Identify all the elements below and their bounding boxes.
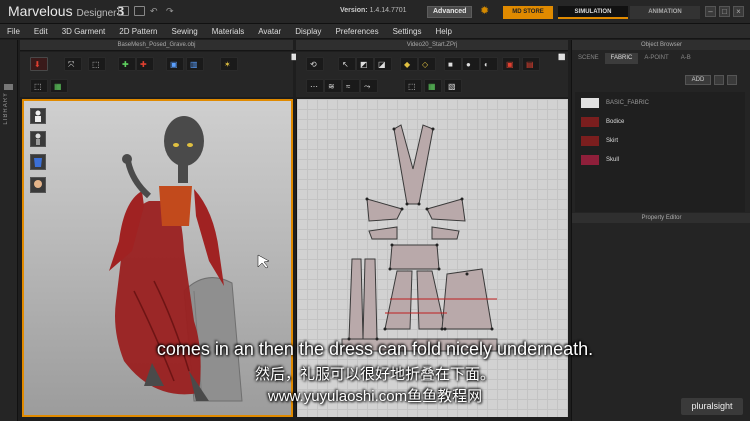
maximize-icon[interactable]: □	[719, 6, 730, 17]
fabric-row-skull[interactable]: Skull	[581, 154, 741, 167]
save-as-icon[interactable]	[134, 6, 145, 16]
property-editor-title: Property Editor	[572, 213, 750, 223]
dart-icon[interactable]: ▣	[502, 57, 520, 71]
subtitle-chinese: 然后，礼服可以很好地折叠在下面。	[254, 366, 495, 383]
polygon-icon[interactable]: ◇	[418, 57, 436, 71]
view-mode-icon[interactable]: ⬚	[30, 79, 48, 93]
select-2d-icon[interactable]: ↖	[338, 57, 356, 71]
version-info: Version: 1.4.14.7701	[340, 7, 407, 14]
pin-garment-icon[interactable]: ✚	[136, 57, 154, 71]
gear-icon[interactable]: ✹	[480, 6, 489, 17]
menu-settings[interactable]: Settings	[386, 24, 429, 38]
menu-preferences[interactable]: Preferences	[328, 24, 385, 38]
edit-sewing-icon[interactable]: ≈	[342, 79, 360, 93]
menu-display[interactable]: Display	[288, 24, 328, 38]
app-sub: Designer	[76, 8, 117, 19]
fabric-swatch	[581, 155, 599, 165]
tab-scene[interactable]: SCENE	[572, 53, 605, 64]
library-label[interactable]: LIBRARY	[3, 92, 9, 125]
panel2d-maximize-icon[interactable]: ⬜	[558, 54, 565, 61]
view3d-toolbar: ⬇ ⤧ ⬚ ✚ ✚ ▣ ▥ ✶ ⬚ ▦ ⬜	[20, 52, 298, 97]
subtitle-english: comes in an then the dress can fold nice…	[156, 339, 594, 359]
transform-pattern-icon[interactable]: ⬚	[88, 57, 106, 71]
fabric-name: Skull	[606, 157, 620, 163]
fabric-row-bodice[interactable]: Bodice	[581, 116, 741, 129]
texture-2d-icon[interactable]: ▦	[424, 79, 442, 93]
fabric-swatch	[581, 98, 599, 108]
add-fabric-button[interactable]: ADD	[685, 75, 711, 85]
view3d-title: BaseMesh_Posed_Grave.obj	[20, 40, 293, 51]
object-browser-tabs: SCENE FABRIC A-POINT A-B	[572, 53, 750, 64]
fabric-name: Skirt	[606, 138, 618, 144]
rectangle-icon[interactable]: ■	[444, 57, 462, 71]
animation-tab[interactable]: ANIMATION	[630, 6, 700, 19]
minimize-icon[interactable]: –	[705, 6, 716, 17]
edit-curve-icon[interactable]: ◆	[400, 57, 418, 71]
version-label: Version:	[340, 7, 368, 14]
delete-fabric-icon[interactable]	[727, 75, 737, 85]
avatar-pose-icon[interactable]: ✶	[220, 57, 238, 71]
library-folder-icon[interactable]	[4, 84, 13, 90]
reset-2d-icon[interactable]: ⟲	[306, 57, 324, 71]
select-move-icon[interactable]: ⤧	[64, 57, 82, 71]
app-name: Marvelous	[8, 3, 73, 19]
grid-view-icon[interactable]: ▦	[50, 79, 68, 93]
simulation-tab[interactable]: SIMULATION	[558, 6, 628, 19]
title-bar: Marvelous Designer3 ↶ ↷ Version: 1.4.14.…	[0, 0, 750, 24]
trace-icon[interactable]: ▤	[522, 57, 540, 71]
fabric-name: BASIC_FABRIC	[606, 100, 650, 106]
add-point-icon[interactable]: ◪	[374, 57, 392, 71]
menu-2d-pattern[interactable]: 2D Pattern	[112, 24, 164, 38]
app-logo: Marvelous Designer3	[8, 3, 124, 19]
menu-avatar[interactable]: Avatar	[251, 24, 288, 38]
edit-point-icon[interactable]: ◩	[356, 57, 374, 71]
tab-a-b[interactable]: A-B	[675, 53, 697, 64]
tack-icon[interactable]: ▥	[186, 57, 204, 71]
fabric-name: Bodice	[606, 119, 625, 125]
menu-sewing[interactable]: Sewing	[165, 24, 205, 38]
menu-edit[interactable]: Edit	[27, 24, 55, 38]
advanced-button[interactable]: Advanced	[427, 6, 473, 18]
circle-icon[interactable]: ●	[462, 57, 480, 71]
menu-materials[interactable]: Materials	[205, 24, 251, 38]
tab-a-point[interactable]: A-POINT	[638, 53, 674, 64]
redo-icon[interactable]: ↷	[166, 6, 177, 16]
version-value: 1.4.14.7701	[369, 7, 407, 14]
object-browser-title: Object Browser	[572, 40, 750, 50]
fabric-swatch	[581, 117, 599, 127]
copy-fabric-icon[interactable]	[714, 75, 724, 85]
menu-3d-garment[interactable]: 3D Garment	[55, 24, 113, 38]
sewing-order-icon[interactable]: ⤳	[360, 79, 378, 93]
subtitle-url: www.yuyulaoshi.com鱼鱼教程网	[267, 388, 483, 405]
menu-file[interactable]: File	[0, 24, 27, 38]
quick-toolbar: ↶ ↷	[118, 6, 177, 16]
internal-shape-icon[interactable]: ◐	[480, 57, 498, 71]
close-icon[interactable]: ×	[733, 6, 744, 17]
undo-icon[interactable]: ↶	[150, 6, 161, 16]
menu-help[interactable]: Help	[428, 24, 458, 38]
simulate-down-icon[interactable]: ⬇	[30, 57, 48, 71]
md-store-button[interactable]: MD STORE	[503, 6, 553, 19]
save-icon[interactable]	[118, 6, 129, 16]
arrange-icon[interactable]: ▣	[166, 57, 184, 71]
menu-bar: File Edit 3D Garment 2D Pattern Sewing M…	[0, 24, 750, 39]
view2d-toolbar: ⟲ ↖ ◩ ◪ ◆ ◇ ■ ● ◐ ▣ ▤ ⋯ ≋ ≈ ⤳ ⬚ ▦ ▧ ⬜	[296, 52, 568, 97]
segment-sewing-icon[interactable]: ⋯	[306, 79, 324, 93]
fold-garment-icon[interactable]: ✚	[118, 57, 136, 71]
fabric-list: BASIC_FABRIC Bodice Skirt Skull	[575, 92, 745, 212]
fabric-row-skirt[interactable]: Skirt	[581, 135, 741, 148]
free-sewing-icon[interactable]: ≋	[324, 79, 342, 93]
fabric-swatch	[581, 136, 599, 146]
fabric-row-basic[interactable]: BASIC_FABRIC	[581, 97, 741, 110]
pluralsight-watermark: pluralsight	[681, 398, 743, 415]
grid-2d-icon[interactable]: ▧	[444, 79, 462, 93]
view-2d-mode-icon[interactable]: ⬚	[404, 79, 422, 93]
tab-fabric[interactable]: FABRIC	[604, 53, 639, 64]
view2d-title: Video20_Start.ZPrj	[296, 40, 568, 51]
